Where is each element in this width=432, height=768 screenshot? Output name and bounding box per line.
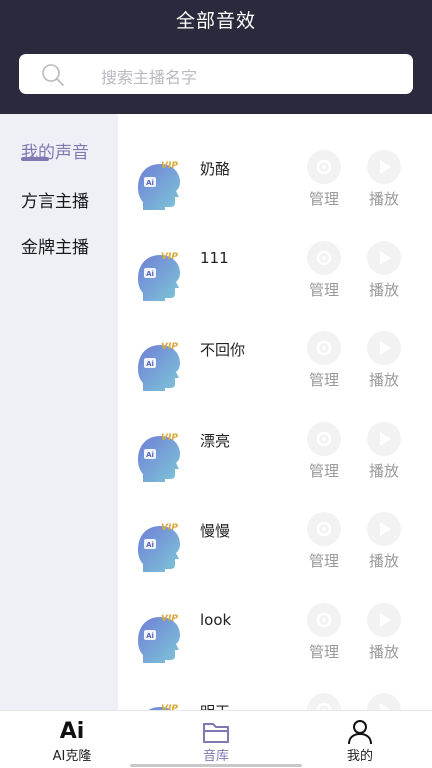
tab-label: 音库: [202, 749, 229, 764]
play-button[interactable]: [367, 150, 401, 184]
manage-button[interactable]: [307, 693, 341, 710]
ai-head-avatar-icon: Ai VIP: [148, 704, 178, 710]
bottom-tab-bar: Ai AI克隆 音库 我的: [0, 710, 432, 768]
play-icon: [380, 431, 391, 446]
tab-ai-clone[interactable]: Ai AI克隆: [22, 711, 122, 768]
list-item[interactable]: Ai VIP 明天 管理 播放: [118, 681, 432, 710]
ai-head-avatar-icon: Ai VIP: [138, 614, 180, 663]
avatar-ai-text: Ai: [146, 451, 154, 459]
home-indicator: [130, 764, 302, 767]
manage-button[interactable]: [307, 421, 341, 456]
manage-button[interactable]: [307, 512, 341, 546]
avatar-ai-text: Ai: [146, 541, 154, 549]
page-title: 全部音效: [175, 10, 256, 32]
vip-badge: VIP: [161, 342, 178, 352]
gear-icon: [316, 521, 332, 537]
manage-button[interactable]: [307, 331, 341, 365]
manage-label: 管理: [308, 280, 339, 299]
person-icon: [348, 720, 372, 745]
manage-button[interactable]: [307, 240, 341, 275]
tab-label: AI克隆: [52, 749, 92, 764]
gear-icon: [316, 340, 332, 356]
manage-label: 管理: [308, 642, 339, 661]
play-label: 播放: [368, 280, 399, 299]
list-item[interactable]: Ai VIP 奶酪 管理 播放: [118, 138, 432, 228]
list-item[interactable]: Ai VIP 漂亮 管理 播放: [118, 410, 432, 500]
vip-badge: VIP: [161, 433, 178, 443]
play-button[interactable]: [367, 512, 401, 546]
voice-name: 111: [200, 248, 229, 267]
play-label: 播放: [368, 461, 399, 480]
play-label: 播放: [368, 642, 399, 661]
vip-badge: VIP: [161, 523, 178, 533]
avatar-ai-text: Ai: [146, 632, 154, 640]
voice-name: 不回你: [200, 341, 246, 359]
voice-name: 奶酪: [200, 160, 231, 178]
search-placeholder: 搜索主播名字: [101, 68, 198, 87]
tab-mine[interactable]: 我的: [310, 711, 410, 768]
vip-badge: VIP: [161, 614, 178, 624]
gear-icon: [316, 702, 332, 710]
avatar-ai-text: Ai: [146, 270, 154, 278]
list-item[interactable]: Ai VIP 111 管理 播放: [118, 229, 432, 319]
gear-icon: [316, 250, 332, 265]
vip-badge: VIP: [161, 252, 178, 262]
play-button[interactable]: [367, 331, 401, 365]
ai-head-avatar-icon: Ai VIP: [138, 252, 180, 301]
gear-icon: [316, 431, 332, 446]
manage-button[interactable]: [307, 602, 341, 637]
play-button[interactable]: [367, 240, 401, 275]
avatar-ai-text: Ai: [146, 360, 154, 368]
ai-head-avatar-icon: Ai VIP: [138, 523, 180, 572]
vip-badge: VIP: [161, 161, 178, 171]
play-icon: [380, 160, 391, 174]
ai-head-avatar-icon: Ai VIP: [138, 342, 180, 391]
play-icon: [380, 703, 391, 710]
play-label: 播放: [368, 371, 399, 389]
tab-label: 我的: [346, 749, 373, 764]
manage-label: 管理: [308, 552, 339, 570]
app-header: 全部音效 搜索主播名字: [0, 0, 432, 114]
play-icon: [380, 522, 391, 536]
play-icon: [380, 612, 391, 627]
voice-list: Ai VIP 奶酪 管理 播放 Ai VIP 111 管理 播放 Ai VIP …: [118, 114, 432, 710]
play-button[interactable]: [367, 602, 401, 637]
manage-label: 管理: [308, 371, 339, 389]
folder-icon: [203, 723, 229, 743]
manage-button[interactable]: [307, 150, 341, 184]
active-indicator: [21, 157, 49, 161]
gear-icon: [316, 159, 332, 175]
play-label: 播放: [368, 552, 399, 570]
avatar-ai-text: Ai: [146, 179, 154, 187]
manage-label: 管理: [308, 461, 339, 480]
voice-name: 明天: [200, 701, 230, 710]
play-label: 播放: [368, 190, 399, 208]
play-icon: [380, 250, 391, 265]
list-item[interactable]: Ai VIP 不回你 管理 播放: [118, 319, 432, 409]
category-sidebar: 我的声音 方言主播 金牌主播: [0, 114, 118, 710]
tab-library[interactable]: 音库: [166, 711, 266, 768]
ai-head-avatar-icon: Ai VIP: [138, 433, 180, 482]
search-input[interactable]: 搜索主播名字: [19, 54, 413, 94]
play-icon: [380, 341, 391, 355]
play-button[interactable]: [367, 421, 401, 456]
list-item[interactable]: Ai VIP 慢慢 管理 播放: [118, 500, 432, 590]
voice-name: 慢慢: [200, 522, 231, 540]
gear-icon: [316, 612, 332, 627]
list-item[interactable]: Ai VIP look 管理 播放: [118, 591, 432, 681]
manage-label: 管理: [308, 190, 339, 208]
search-icon: [42, 64, 64, 86]
voice-name: look: [200, 610, 232, 629]
sidebar-item-gold[interactable]: 金牌主播: [21, 233, 89, 258]
play-button[interactable]: [367, 693, 401, 710]
voice-name: 漂亮: [200, 431, 231, 450]
sidebar-item-dialect[interactable]: 方言主播: [21, 187, 89, 212]
ai-head-avatar-icon: Ai VIP: [138, 161, 180, 210]
ai-logo-icon: Ai: [59, 719, 85, 744]
